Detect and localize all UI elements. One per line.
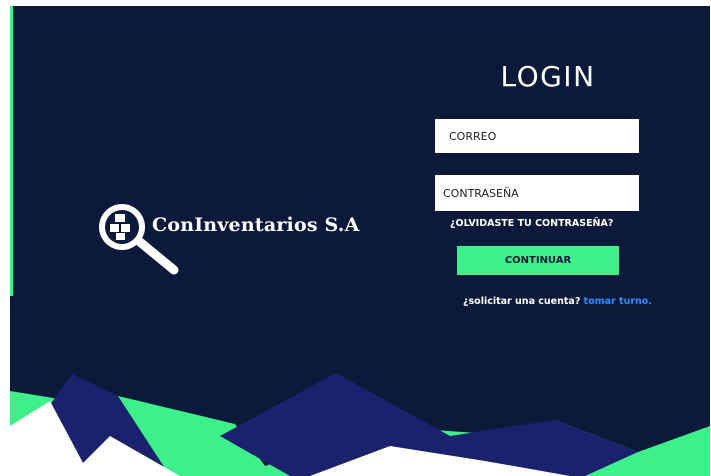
email-field[interactable] [435, 119, 639, 153]
request-account-link[interactable]: tomar turno. [584, 296, 652, 307]
password-field[interactable] [435, 175, 639, 211]
login-screen: ConInventarios S.A LOGIN ¿OLVIDASTE TU C… [0, 0, 711, 476]
company-name: ConInventarios S.A [152, 214, 360, 236]
forgot-password-link[interactable]: ¿OLVIDASTE TU CONTRASEÑA? [450, 218, 613, 229]
login-panel: ConInventarios S.A LOGIN ¿OLVIDASTE TU C… [10, 6, 710, 476]
continue-button[interactable]: CONTINUAR [457, 246, 619, 275]
signup-prompt-text: ¿solicitar una cuenta? [463, 296, 581, 307]
company-logo: ConInventarios S.A [96, 202, 359, 284]
page-title: LOGIN [500, 60, 596, 93]
signup-prompt: ¿solicitar una cuenta? tomar turno. [463, 296, 652, 307]
accent-strip [10, 6, 13, 296]
